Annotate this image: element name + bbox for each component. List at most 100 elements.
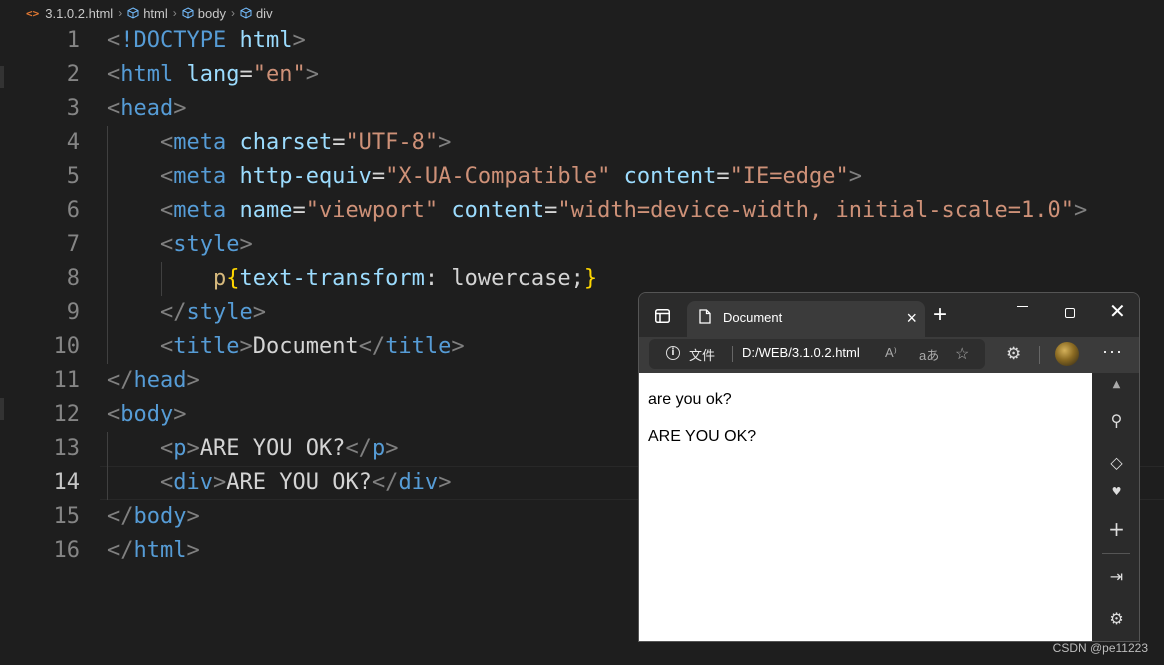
- html-file-icon: <>: [26, 6, 40, 20]
- window-close-icon[interactable]: ✕: [1109, 301, 1126, 323]
- tag-icon[interactable]: ◇: [1092, 453, 1139, 472]
- token: style: [173, 232, 240, 257]
- code-line[interactable]: 5 <meta http-equiv="X-UA-Compatible" con…: [0, 160, 1164, 194]
- line-number: 1: [66, 28, 80, 53]
- scroll-up-icon[interactable]: ▲: [1092, 379, 1139, 390]
- line-number: 6: [66, 198, 80, 223]
- line-number: 15: [53, 504, 81, 529]
- breadcrumb-item-div[interactable]: div: [240, 6, 273, 21]
- token: !DOCTYPE: [120, 28, 227, 53]
- line-number: 5: [66, 164, 80, 189]
- toolbar-divider: [1039, 346, 1040, 364]
- line-number: 11: [53, 368, 81, 393]
- token: ARE YOU OK?: [226, 470, 372, 495]
- token: lowercase;: [438, 266, 584, 291]
- tab-title: Document: [723, 310, 783, 325]
- token: body: [133, 504, 187, 529]
- token: "UTF-8": [345, 130, 439, 155]
- browser-toolbar: i 文件 D:/WEB/3.1.0.2.html A⁾ aあ ☆ ⚙ ···: [639, 337, 1139, 373]
- code-line[interactable]: 4 <meta charset="UTF-8">: [0, 126, 1164, 160]
- token: meta: [173, 198, 227, 223]
- code-line[interactable]: 2 <html lang="en">: [0, 58, 1164, 92]
- breadcrumb-label: div: [255, 5, 273, 21]
- read-aloud-icon[interactable]: A⁾: [885, 345, 897, 361]
- add-favorite-icon[interactable]: ☆: [955, 344, 969, 364]
- token: html: [133, 538, 187, 563]
- code-text: <head>: [107, 96, 187, 121]
- browser-titlebar: Document × + ✕: [639, 293, 1139, 337]
- token: p: [212, 266, 227, 291]
- sidebar-divider: [1102, 553, 1130, 554]
- page-viewport[interactable]: are you ok? ARE YOU OK?: [639, 373, 1092, 641]
- browser-sidebar: ▲ ⚲ ◇ ♥ + ⇥ ⚙: [1092, 373, 1139, 641]
- line-number: 16: [53, 538, 81, 563]
- token: body: [120, 402, 174, 427]
- breadcrumb-label: html: [143, 5, 168, 21]
- cube-icon: [127, 7, 139, 19]
- code-line[interactable]: 8 p{text-transform: lowercase;}: [0, 262, 1164, 296]
- code-line[interactable]: 1 <!DOCTYPE html>: [0, 24, 1164, 58]
- heart-icon[interactable]: ♥: [1092, 485, 1139, 498]
- token: p: [371, 436, 386, 461]
- token: "en": [252, 62, 306, 87]
- code-line[interactable]: 3 <head>: [0, 92, 1164, 126]
- token: content: [451, 198, 545, 223]
- translate-icon[interactable]: aあ: [919, 345, 939, 364]
- code-text: <body>: [107, 402, 187, 427]
- add-icon[interactable]: +: [1092, 517, 1139, 541]
- more-icon[interactable]: ···: [1102, 341, 1123, 362]
- token: lang: [186, 62, 240, 87]
- code-line[interactable]: 7 <style>: [0, 228, 1164, 262]
- chevron-right-icon: ›: [118, 6, 123, 20]
- token: "IE=edge": [729, 164, 849, 189]
- info-icon[interactable]: i: [666, 346, 680, 360]
- line-number: 3: [66, 96, 80, 121]
- code-text: </style>: [159, 300, 266, 325]
- new-tab-icon[interactable]: +: [933, 302, 947, 328]
- breadcrumb-file-label: 3.1.0.2.html: [45, 5, 114, 21]
- page-div: ARE YOU OK?: [648, 428, 757, 445]
- maximize-icon[interactable]: [1065, 308, 1075, 318]
- cube-icon: [182, 7, 194, 19]
- code-text: p{text-transform: lowercase;}: [212, 266, 598, 291]
- profile-avatar[interactable]: [1055, 342, 1079, 366]
- token: head: [120, 96, 174, 121]
- token: name: [239, 198, 293, 223]
- token: meta: [173, 164, 227, 189]
- tab-actions-icon[interactable]: [655, 309, 670, 323]
- breadcrumb: <> 3.1.0.2.html › html › body › div: [0, 0, 1164, 26]
- breadcrumb-file[interactable]: <> 3.1.0.2.html: [26, 6, 113, 21]
- code-text: </body>: [107, 504, 200, 529]
- token: meta: [173, 130, 227, 155]
- code-line[interactable]: 6 <meta name="viewport" content="width=d…: [0, 194, 1164, 228]
- address-url[interactable]: D:/WEB/3.1.0.2.html: [742, 345, 860, 360]
- split-screen-icon[interactable]: ⇥: [1092, 567, 1139, 586]
- breadcrumb-item-html[interactable]: html: [127, 6, 168, 21]
- browser-window[interactable]: Document × + ✕ i 文件 D:/WEB/3.1.0.2.html …: [638, 292, 1140, 642]
- chevron-right-icon: ›: [230, 6, 235, 20]
- watermark: CSDN @pe11223: [1052, 641, 1148, 655]
- token: content: [623, 164, 717, 189]
- line-number: 10: [53, 334, 81, 359]
- token: ARE YOU OK?: [199, 436, 346, 461]
- address-bar[interactable]: i 文件 D:/WEB/3.1.0.2.html A⁾ aあ ☆: [649, 339, 985, 369]
- search-icon[interactable]: ⚲: [1092, 411, 1139, 430]
- address-divider: [732, 346, 733, 362]
- token: "width=device-width, initial-scale=1.0": [557, 198, 1074, 223]
- line-number: 12: [53, 402, 81, 427]
- close-icon[interactable]: ×: [906, 308, 917, 328]
- breadcrumb-item-body[interactable]: body: [182, 6, 226, 21]
- document-icon: [699, 309, 711, 324]
- token: title: [173, 334, 240, 359]
- token: text-transform: [239, 266, 425, 291]
- browser-tab[interactable]: Document ×: [687, 301, 925, 337]
- line-number: 8: [66, 266, 80, 291]
- code-text: <p>ARE YOU OK?</p>: [159, 436, 399, 461]
- code-text: <!DOCTYPE html>: [107, 28, 306, 53]
- token: "viewport": [305, 198, 439, 223]
- minimize-icon[interactable]: [1017, 306, 1028, 307]
- settings-icon[interactable]: ⚙: [1092, 609, 1139, 628]
- extensions-icon[interactable]: ⚙: [1006, 344, 1021, 364]
- token: div: [398, 470, 439, 495]
- code-text: <html lang="en">: [107, 62, 319, 87]
